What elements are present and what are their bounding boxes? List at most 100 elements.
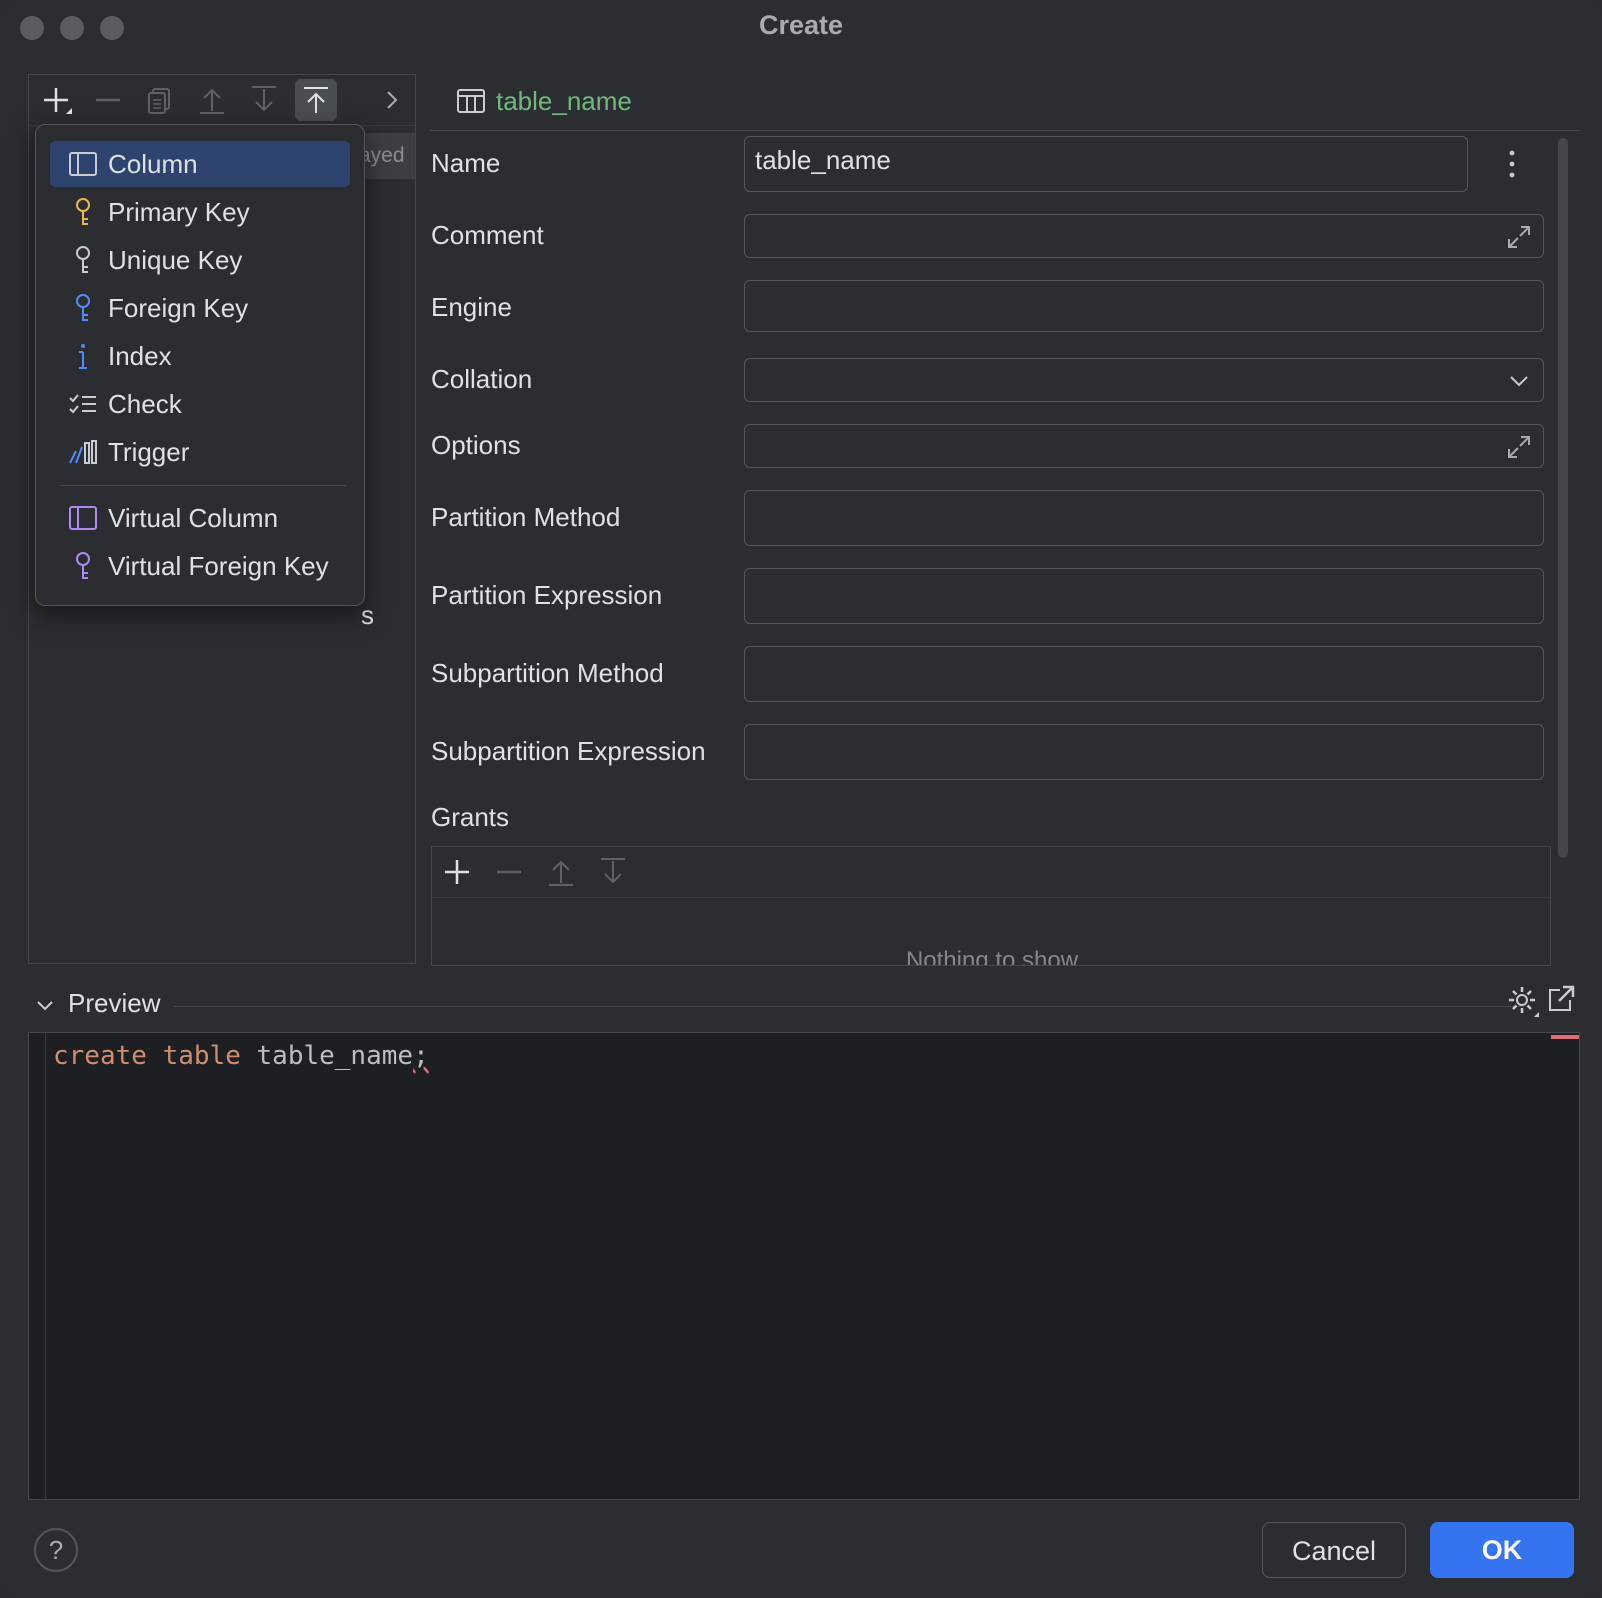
chevron-down-icon[interactable]	[1505, 367, 1533, 395]
grants-toolbar	[432, 847, 1550, 898]
code-line: create table table_name;	[53, 1041, 429, 1071]
grants-label: Grants	[431, 802, 510, 832]
editor-tab-bar: table_name	[430, 76, 1580, 131]
arrow-up-icon[interactable]	[546, 857, 576, 887]
minus-icon	[96, 98, 120, 102]
menu-item-column[interactable]: Column	[50, 141, 350, 187]
menu-item-unique-key[interactable]: Unique Key	[50, 237, 350, 283]
foreign-key-icon	[66, 291, 100, 325]
sql-preview-editor[interactable]: create table table_name;	[28, 1032, 1580, 1500]
grants-table: Nothing to show	[431, 846, 1551, 966]
arrow-down-icon	[252, 86, 276, 112]
menu-separator	[60, 485, 346, 486]
partition-method-label: Partition Method	[431, 502, 621, 532]
menu-item-virtual-foreign-key[interactable]: Virtual Foreign Key	[50, 543, 350, 589]
duplicate-button[interactable]	[139, 79, 181, 121]
menu-item-label: Index	[108, 340, 172, 371]
menu-item-trigger[interactable]: Trigger	[50, 429, 350, 475]
menu-item-label: Primary Key	[108, 196, 250, 227]
chevron-down-icon[interactable]	[34, 994, 56, 1016]
background-tab-text: ayed	[359, 144, 405, 167]
title-bar: Create	[0, 0, 1602, 56]
minus-icon[interactable]	[494, 857, 524, 887]
engine-label: Engine	[431, 292, 512, 322]
menu-item-check[interactable]: Check	[50, 381, 350, 427]
open-in-window-icon[interactable]	[1546, 984, 1576, 1014]
index-icon	[66, 339, 100, 373]
identifier-table-name: table_name	[256, 1041, 414, 1071]
window-title: Create	[758, 10, 844, 40]
keyword-create: create	[53, 1041, 147, 1071]
remove-button[interactable]	[87, 79, 129, 121]
plus-icon	[44, 88, 72, 114]
table-icon	[456, 88, 486, 119]
move-to-top-button[interactable]	[295, 79, 337, 121]
menu-item-label: Foreign Key	[108, 292, 249, 323]
arrow-to-top-icon	[304, 87, 328, 113]
check-icon	[66, 387, 100, 421]
subpartition-expression-label: Subpartition Expression	[431, 736, 706, 766]
preview-header: Preview	[28, 982, 1578, 1030]
menu-item-label: Virtual Foreign Key	[108, 550, 329, 581]
tab-table-name[interactable]: table_name	[496, 86, 632, 117]
name-value: table_name	[755, 145, 891, 175]
more-toolbar-button[interactable]	[371, 79, 413, 121]
expand-icon[interactable]	[1505, 433, 1533, 461]
menu-item-primary-key[interactable]: Primary Key	[50, 189, 350, 235]
form-scrollbar[interactable]	[1558, 138, 1568, 858]
collation-label: Collation	[431, 364, 533, 394]
arrow-down-icon[interactable]	[598, 857, 628, 887]
subpartition-method-label: Subpartition Method	[431, 658, 664, 688]
help-button[interactable]: ?	[34, 1528, 78, 1572]
preview-title: Preview	[68, 988, 161, 1018]
menu-item-label: Trigger	[108, 436, 190, 467]
engine-field[interactable]	[744, 280, 1544, 332]
comment-label: Comment	[431, 220, 544, 250]
collation-select[interactable]	[744, 358, 1544, 402]
arrow-up-icon	[200, 88, 224, 114]
primary-key-icon	[66, 195, 100, 229]
move-up-button[interactable]	[191, 79, 233, 121]
gear-icon[interactable]	[1506, 984, 1540, 1018]
copy-icon	[148, 88, 170, 114]
menu-item-label: Virtual Column	[108, 502, 279, 533]
partition-expression-field[interactable]	[744, 568, 1544, 624]
plus-icon[interactable]	[442, 857, 472, 887]
background-text: s	[361, 600, 374, 630]
subpartition-expression-field[interactable]	[744, 724, 1544, 780]
expand-icon[interactable]	[1505, 223, 1533, 251]
subpartition-method-field[interactable]	[744, 646, 1544, 702]
menu-item-label: Column	[108, 148, 198, 179]
menu-item-index[interactable]: Index	[50, 333, 350, 379]
structure-toolbar	[29, 75, 415, 126]
virtual-column-icon	[66, 501, 100, 535]
move-down-button[interactable]	[243, 79, 285, 121]
column-icon	[66, 147, 100, 181]
name-field[interactable]: table_name	[744, 136, 1468, 192]
virtual-foreign-key-icon	[66, 549, 100, 583]
editor-gutter	[45, 1033, 46, 1499]
menu-item-label: Check	[108, 388, 182, 419]
options-field[interactable]	[744, 424, 1544, 468]
chevron-right-icon	[387, 91, 398, 109]
cancel-button[interactable]: Cancel	[1262, 1522, 1406, 1578]
error-stripe-marker[interactable]	[1551, 1035, 1579, 1039]
options-label: Options	[431, 430, 521, 460]
more-options-icon[interactable]	[1500, 146, 1524, 182]
menu-item-foreign-key[interactable]: Foreign Key	[50, 285, 350, 331]
empty-state-text: Nothing to show	[905, 947, 1079, 966]
partition-method-field[interactable]	[744, 490, 1544, 546]
semicolon-error: ;	[413, 1041, 429, 1071]
unique-key-icon	[66, 243, 100, 277]
add-element-menu: Column Primary Key Unique Key Foreign Ke…	[35, 124, 365, 606]
name-label: Name	[431, 148, 501, 178]
comment-field[interactable]	[744, 214, 1544, 258]
divider	[174, 1006, 1524, 1007]
menu-item-virtual-column[interactable]: Virtual Column	[50, 495, 350, 541]
menu-item-label: Unique Key	[108, 244, 243, 275]
ok-button[interactable]: OK	[1430, 1522, 1574, 1578]
partition-expression-label: Partition Expression	[431, 580, 663, 610]
add-button[interactable]	[35, 79, 77, 121]
background-tab: ayed	[359, 133, 415, 179]
create-dialog: Create ayed s Column Primary Key Unique …	[0, 0, 1602, 1598]
